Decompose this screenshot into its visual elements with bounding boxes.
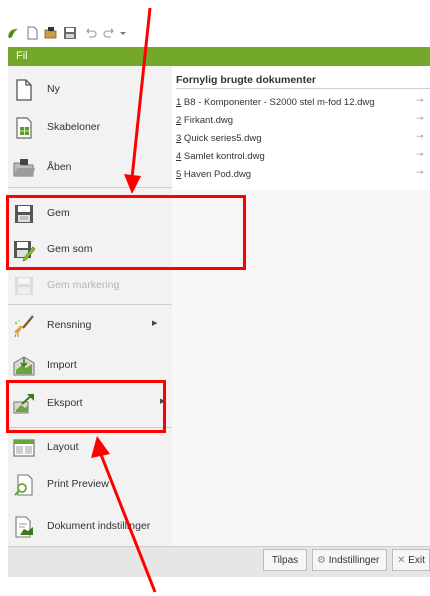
open-folder-icon[interactable] xyxy=(44,26,58,40)
save-selection-icon xyxy=(15,277,33,295)
submenu-arrow-icon: ▶ xyxy=(152,320,158,327)
recent-file-name: Samlet kontrol.dwg xyxy=(181,151,265,162)
divider xyxy=(176,88,430,89)
menu-item-import[interactable]: Import xyxy=(8,350,172,382)
menu-item-label: Layout xyxy=(47,441,79,453)
open-folder-icon xyxy=(13,159,35,177)
pin-icon[interactable]: ⊸ xyxy=(416,113,424,124)
recent-file-row[interactable]: 1 B8 - Komponenter - S2000 stel m-fod 12… xyxy=(176,95,430,111)
menu-item-save-selection: Gem markering xyxy=(8,270,172,302)
menu-item-templates[interactable]: Skabeloner xyxy=(8,112,172,144)
recent-file-name: Haven Pod.dwg xyxy=(181,169,252,180)
pin-icon[interactable]: ⊸ xyxy=(416,149,424,160)
recent-documents-title: Fornylig brugte dokumenter xyxy=(176,74,317,86)
document-settings-icon xyxy=(15,516,33,538)
pin-icon[interactable]: ⊸ xyxy=(416,167,424,178)
broom-icon xyxy=(14,315,34,338)
recent-file-row[interactable]: 3 Quick series5.dwg ⊸ xyxy=(176,131,430,147)
new-file-icon[interactable] xyxy=(25,26,39,40)
dropdown-icon[interactable] xyxy=(119,26,127,40)
menu-item-label: Dokument indstillinger xyxy=(47,520,151,532)
menu-item-label: Import xyxy=(47,359,77,371)
recent-file-row[interactable]: 2 Firkant.dwg ⊸ xyxy=(176,113,430,129)
menu-item-print-preview[interactable]: Print Preview xyxy=(8,469,172,501)
exit-button[interactable]: ✕ Exit xyxy=(392,549,430,571)
redo-icon[interactable] xyxy=(102,26,116,40)
menu-item-label: Rensning xyxy=(47,319,92,331)
menu-separator xyxy=(8,187,172,188)
menu-item-purge[interactable]: Rensning ▶ xyxy=(8,310,172,342)
menu-item-label: Print Preview xyxy=(47,478,109,490)
layout-icon xyxy=(13,439,35,457)
customize-button-label: Tilpas xyxy=(271,555,299,566)
highlight-box-export xyxy=(6,380,166,433)
customize-button[interactable]: Tilpas xyxy=(263,549,307,571)
pin-icon[interactable]: ⊸ xyxy=(416,131,424,142)
menu-item-open[interactable]: Åben xyxy=(8,152,172,184)
recent-file-name: Quick series5.dwg xyxy=(181,133,262,144)
menu-item-new[interactable]: Ny xyxy=(8,74,172,106)
import-icon xyxy=(13,356,35,376)
menu-item-label: Gem markering xyxy=(47,279,120,291)
new-document-icon xyxy=(16,79,32,101)
highlight-box-save xyxy=(6,195,246,270)
quick-access-toolbar xyxy=(0,0,430,47)
menu-item-label: Ny xyxy=(47,83,60,95)
recent-file-row[interactable]: 5 Haven Pod.dwg ⊸ xyxy=(176,167,430,183)
close-icon: ✕ xyxy=(397,555,406,566)
menu-item-label: Åben xyxy=(47,161,72,173)
menu-separator xyxy=(8,304,172,305)
file-tab-label: Fil xyxy=(16,50,28,62)
recent-file-name: Firkant.dwg xyxy=(181,115,234,126)
save-icon[interactable] xyxy=(63,26,77,40)
print-preview-icon xyxy=(14,474,33,496)
template-icon xyxy=(16,117,32,139)
undo-icon[interactable] xyxy=(84,26,98,40)
file-tab[interactable]: Fil xyxy=(8,47,430,66)
settings-button[interactable]: ⚙ Indstillinger xyxy=(312,549,387,571)
settings-button-label: Indstillinger xyxy=(328,555,380,566)
app-logo-icon[interactable] xyxy=(6,26,20,40)
gear-icon: ⚙ xyxy=(317,555,326,566)
pin-icon[interactable]: ⊸ xyxy=(416,95,424,106)
recent-file-row[interactable]: 4 Samlet kontrol.dwg ⊸ xyxy=(176,149,430,165)
menu-item-document-settings[interactable]: Dokument indstillinger xyxy=(8,511,172,543)
menu-item-layout[interactable]: Layout xyxy=(8,432,172,464)
exit-button-label: Exit xyxy=(408,555,425,566)
menu-item-label: Skabeloner xyxy=(47,121,101,133)
recent-file-name: B8 - Komponenter - S2000 stel m-fod 12.d… xyxy=(181,97,375,108)
